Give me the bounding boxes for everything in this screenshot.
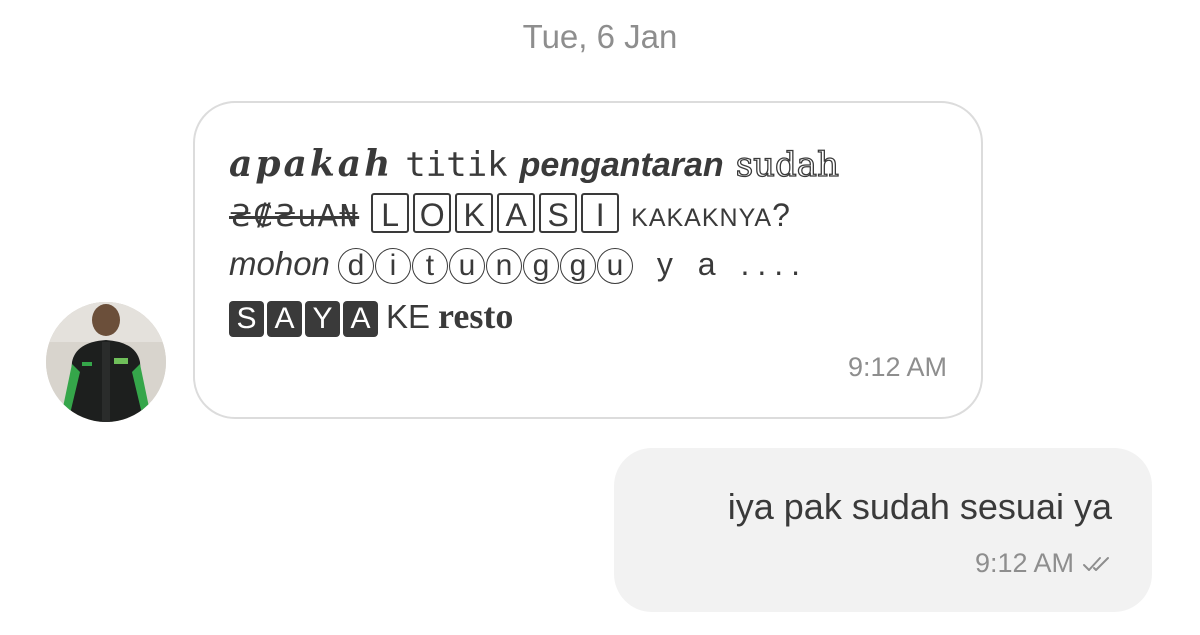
filled-letter: A <box>343 301 378 337</box>
word-lokasi-boxed: L O K A S I <box>371 193 620 233</box>
boxed-letter: K <box>455 193 494 233</box>
word-apakah: apakah <box>229 143 394 185</box>
circled-letter: g <box>522 248 559 284</box>
double-check-icon <box>1082 554 1112 574</box>
boxed-letter: L <box>371 193 410 233</box>
circled-letter: g <box>559 248 596 284</box>
message-line-3: mohon d i t u n g g u y a .... <box>229 245 808 284</box>
outgoing-timestamp: 9:12 AM <box>974 548 1074 578</box>
incoming-message-bubble[interactable]: apakah titik pengantaran sudah ₴₡₴uA₦ L … <box>193 101 983 419</box>
boxed-letter: I <box>581 193 620 233</box>
word-ditunggu-circled: d i t u n g g u <box>337 248 633 284</box>
outgoing-message-bubble[interactable]: iya pak sudah sesuai ya 9:12 AM <box>614 448 1152 612</box>
circled-letter: i <box>374 248 411 284</box>
word-sesuai-styled: ₴₡₴uA₦ <box>229 199 360 234</box>
circled-letter: u <box>596 248 633 284</box>
filled-letter: S <box>229 301 264 337</box>
circled-letter: n <box>485 248 522 284</box>
word-pengantaran: pengantaran <box>519 146 724 184</box>
word-resto: resto <box>438 296 514 336</box>
boxed-letter: A <box>497 193 536 233</box>
person-avatar-icon <box>46 302 166 422</box>
word-ke: KE <box>386 298 431 335</box>
word-saya-filled: S A Y A <box>229 301 378 337</box>
sender-avatar[interactable] <box>46 302 166 422</box>
circled-letter: u <box>448 248 485 284</box>
message-line-2: ₴₡₴uA₦ L O K A S I KAKAKNYA ? <box>229 193 790 234</box>
circled-letter: t <box>411 248 448 284</box>
question-mark: ? <box>772 197 790 233</box>
circled-letter: d <box>337 248 374 284</box>
word-mohon: mohon <box>229 245 330 282</box>
outgoing-message-text: iya pak sudah sesuai ya <box>727 486 1112 527</box>
date-separator: Tue, 6 Jan <box>522 18 678 55</box>
incoming-timestamp: 9:12 AM <box>847 352 947 382</box>
message-line-4: S A Y A KE resto <box>229 295 513 337</box>
word-sudah: sudah <box>735 144 840 185</box>
boxed-letter: S <box>539 193 578 233</box>
word-kakaknya: KAKAKNYA <box>631 204 773 232</box>
word-ya: y a .... <box>656 246 809 282</box>
filled-letter: A <box>267 301 302 337</box>
message-line-1: apakah titik pengantaran sudah <box>229 143 840 186</box>
chat-screen: Tue, 6 Jan apakah titik pengantaran suda… <box>0 0 1200 635</box>
word-titik: titik <box>405 145 508 185</box>
outgoing-meta: 9:12 AM <box>975 548 1112 579</box>
boxed-letter: O <box>413 193 452 233</box>
filled-letter: Y <box>305 301 340 337</box>
